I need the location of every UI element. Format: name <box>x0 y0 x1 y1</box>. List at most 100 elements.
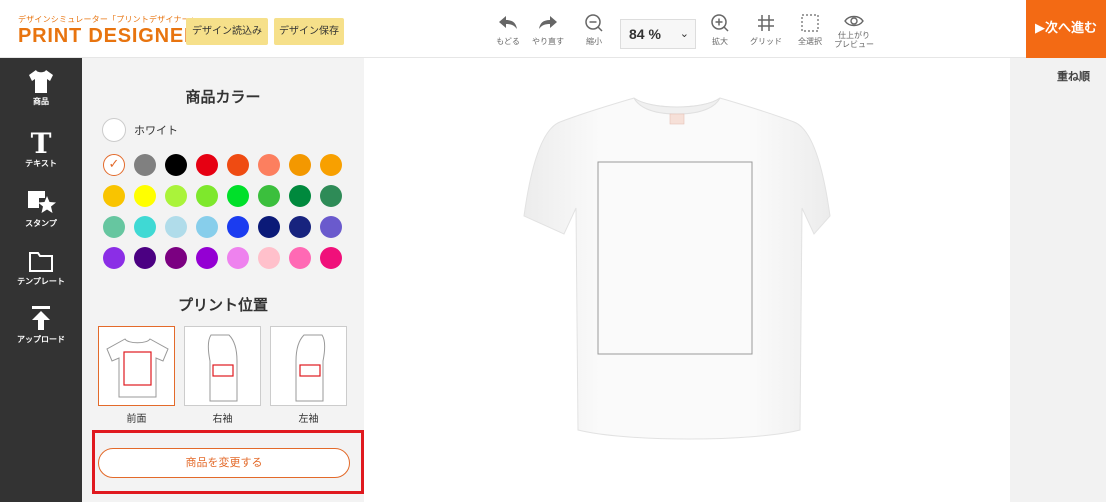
save-design-button[interactable]: デザイン保存 <box>274 18 344 45</box>
zoom-out-icon <box>585 14 603 32</box>
grid-icon <box>758 15 774 31</box>
print-position-left-sleeve[interactable] <box>270 326 347 406</box>
color-swatch[interactable] <box>258 185 280 207</box>
chevron-down-icon: ⌄ <box>679 28 689 40</box>
print-position-title: プリント位置 <box>177 296 268 314</box>
zoom-select[interactable]: 84 % ⌄ <box>620 19 696 49</box>
sidebar-item-template[interactable]: テンプレート <box>0 248 82 287</box>
zoom-in-icon <box>711 14 729 32</box>
preview-label-line2: プレビュー <box>834 40 874 49</box>
sidebar-item-stamp[interactable]: スタンプ <box>0 188 82 229</box>
selected-color-swatch[interactable] <box>102 118 126 142</box>
color-swatch[interactable] <box>227 154 249 176</box>
right-sleeve-print-icon <box>207 334 238 402</box>
redo-button[interactable]: やり直す <box>528 12 568 46</box>
tshirt-preview <box>523 97 831 440</box>
top-toolbar: デザインシミュレーター「プリントデザイナー」 PRINT DESIGNER デザ… <box>0 0 1106 58</box>
front-print-icon <box>106 338 169 398</box>
color-swatch[interactable] <box>320 185 342 207</box>
grid-label: グリッド <box>750 37 782 46</box>
color-swatch[interactable] <box>165 216 187 238</box>
sidebar-item-label: テンプレート <box>17 277 65 286</box>
color-swatch[interactable] <box>320 216 342 238</box>
color-swatch[interactable] <box>103 216 125 238</box>
color-swatch[interactable] <box>258 247 280 269</box>
color-swatch[interactable] <box>289 154 311 176</box>
sidebar-item-text[interactable]: T テキスト <box>0 128 82 169</box>
color-swatch[interactable] <box>103 185 125 207</box>
select-all-label: 全選択 <box>798 37 822 46</box>
layer-order-title: 重ね順 <box>1057 70 1090 83</box>
sidebar-item-label: テキスト <box>25 159 57 168</box>
preview-label-line1: 仕上がり <box>838 31 870 40</box>
redo-label: やり直す <box>532 37 564 46</box>
select-all-icon <box>801 14 819 32</box>
logo-title: PRINT DESIGNER <box>18 25 200 47</box>
color-swatch[interactable] <box>196 154 218 176</box>
sidebar-item-product[interactable]: 商品 <box>0 68 82 107</box>
color-swatch[interactable] <box>103 247 125 269</box>
color-swatch[interactable] <box>165 247 187 269</box>
color-swatch[interactable] <box>289 247 311 269</box>
tshirt-icon <box>29 70 53 93</box>
print-position-right-sleeve[interactable] <box>184 326 261 406</box>
sidebar-item-label: スタンプ <box>25 219 57 228</box>
redo-icon <box>539 16 557 29</box>
preview-button[interactable]: 仕上がり プレビュー <box>834 12 874 49</box>
selected-color-row: ホワイト <box>102 118 178 142</box>
svg-text:T: T <box>31 128 52 156</box>
color-swatch[interactable] <box>320 154 342 176</box>
select-all-button[interactable]: 全選択 <box>790 12 830 46</box>
grid-button[interactable]: グリッド <box>746 12 786 46</box>
print-position-label: 前面 <box>126 414 147 425</box>
color-swatch-selected[interactable] <box>103 154 125 176</box>
design-canvas[interactable] <box>364 58 1010 502</box>
color-swatch[interactable] <box>134 185 156 207</box>
undo-label: もどる <box>496 37 520 46</box>
color-swatch[interactable] <box>227 216 249 238</box>
undo-button[interactable]: もどる <box>488 12 528 46</box>
load-design-button[interactable]: デザイン読込み <box>186 18 268 45</box>
color-swatch[interactable] <box>134 216 156 238</box>
color-swatch[interactable] <box>227 247 249 269</box>
change-product-button[interactable]: 商品を変更する <box>98 448 350 478</box>
stamp-icon <box>28 191 56 213</box>
product-color-title: 商品カラー <box>185 88 261 106</box>
color-swatch[interactable] <box>134 247 156 269</box>
print-position-label: 右袖 <box>212 414 233 425</box>
color-swatch[interactable] <box>196 185 218 207</box>
color-swatch[interactable] <box>258 216 280 238</box>
color-swatch[interactable] <box>289 216 311 238</box>
color-swatch[interactable] <box>320 247 342 269</box>
layer-panel: 重ね順 <box>1010 58 1106 502</box>
left-sleeve-print-icon <box>295 334 326 402</box>
next-step-button[interactable]: ▶次へ進む <box>1026 0 1106 58</box>
zoom-value: 84 % <box>629 26 661 42</box>
color-swatch[interactable] <box>134 154 156 176</box>
color-swatch[interactable] <box>165 154 187 176</box>
eye-icon <box>844 15 864 27</box>
upload-icon <box>32 306 50 330</box>
logo-subtitle: デザインシミュレーター「プリントデザイナー」 <box>18 15 199 24</box>
sidebar-item-upload[interactable]: アップロード <box>0 304 82 345</box>
color-swatch[interactable] <box>165 185 187 207</box>
color-swatch[interactable] <box>289 185 311 207</box>
tool-sidebar: 商品 T テキスト スタンプ テンプレート アップロード <box>0 58 82 502</box>
zoom-in-button[interactable]: 拡大 <box>700 12 740 46</box>
print-designer-app: デザインシミュレーター「プリントデザイナー」 PRINT DESIGNER デザ… <box>0 0 1106 502</box>
color-swatch-grid <box>103 154 345 269</box>
color-swatch[interactable] <box>196 247 218 269</box>
sidebar-item-label: 商品 <box>33 97 49 106</box>
logo: デザインシミュレーター「プリントデザイナー」 PRINT DESIGNER <box>18 14 199 47</box>
zoom-out-button[interactable]: 縮小 <box>574 12 614 46</box>
color-swatch[interactable] <box>258 154 280 176</box>
text-icon: T <box>31 128 52 156</box>
color-swatch[interactable] <box>196 216 218 238</box>
zoom-in-label: 拡大 <box>712 37 728 46</box>
color-swatch[interactable] <box>227 185 249 207</box>
undo-icon <box>499 16 517 29</box>
zoom-out-label: 縮小 <box>586 37 602 46</box>
sidebar-item-label: アップロード <box>17 335 65 344</box>
folder-icon <box>29 252 53 272</box>
print-position-front[interactable] <box>98 326 175 406</box>
